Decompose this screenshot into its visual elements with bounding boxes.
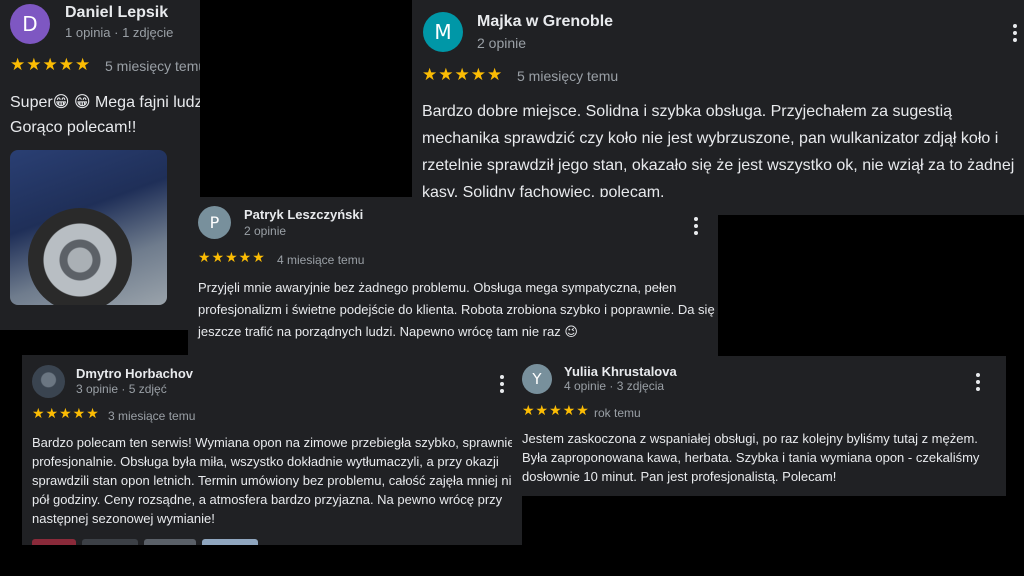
reviewer-meta: 2 opinie <box>244 224 287 238</box>
review-card-dmytro-horbachov: Dmytro Horbachov 3 opinie · 5 zdjęć ★★★★… <box>22 355 522 545</box>
reviewer-name[interactable]: Patryk Leszczyński <box>244 207 363 222</box>
avatar[interactable]: P <box>198 206 231 239</box>
review-photo-car-wheel[interactable] <box>10 150 167 305</box>
review-date: 3 miesiące temu <box>108 409 196 423</box>
review-text: Jestem zaskoczona z wspaniałej obsługi, … <box>522 431 980 484</box>
more-vert-icon[interactable] <box>692 215 700 237</box>
review-photos-strip[interactable] <box>32 539 292 545</box>
review-card-daniel-lepsik: D Daniel Lepsik 1 opinia · 1 zdjęcie ★★★… <box>0 0 200 330</box>
avatar[interactable]: D <box>10 4 50 44</box>
review-photo[interactable] <box>202 539 258 545</box>
review-card-majka-w-grenoble: M Majka w Grenoble 2 opinie ★★★★★ 5 mies… <box>412 0 1024 215</box>
more-vert-icon[interactable] <box>498 373 506 395</box>
reviewer-name[interactable]: Majka w Grenoble <box>477 13 613 31</box>
avatar[interactable]: M <box>423 12 463 52</box>
reviewer-name[interactable]: Yuliia Khrustalova <box>564 364 677 379</box>
more-vert-icon[interactable] <box>974 371 982 393</box>
reviewer-name[interactable]: Daniel Lepsik <box>65 4 168 22</box>
reviewer-meta: 3 opinie · 5 zdjęć <box>76 382 167 396</box>
star-rating: ★★★★★ <box>422 65 504 85</box>
star-rating: ★★★★★ <box>522 403 590 419</box>
review-date: rok temu <box>594 406 641 420</box>
review-photo[interactable] <box>32 539 76 545</box>
review-text: Super😁 😁 Mega fajni ludzie, bardzo pomoc… <box>10 94 200 136</box>
review-card-yuliia-khrustalova: Y Yuliia Khrustalova 4 opinie · 3 zdjęci… <box>512 356 1006 496</box>
review-text: Bardzo dobre miejsce. Solidna i szybka o… <box>422 103 1015 201</box>
review-text: Przyjęli mnie awaryjnie bez żadnego prob… <box>198 280 715 339</box>
review-photo[interactable] <box>144 539 196 545</box>
review-text: Bardzo polecam ten serwis! Wymiana opon … <box>32 435 522 526</box>
review-date: 4 miesiące temu <box>277 253 365 267</box>
review-photo[interactable] <box>82 539 138 545</box>
star-rating: ★★★★★ <box>10 55 92 75</box>
more-vert-icon[interactable] <box>1011 22 1019 44</box>
review-date: 5 miesięcy temu <box>105 58 200 74</box>
reviewer-meta: 2 opinie <box>477 35 527 51</box>
reviewer-meta: 1 opinia · 1 zdjęcie <box>65 25 174 40</box>
avatar[interactable]: Y <box>522 364 552 394</box>
review-card-patryk-leszczynski: P Patryk Leszczyński 2 opinie ★★★★★ 4 mi… <box>188 197 718 365</box>
avatar[interactable] <box>32 365 65 398</box>
wheel-image <box>28 208 132 305</box>
reviewer-meta: 4 opinie · 3 zdjęcia <box>564 379 665 393</box>
star-rating: ★★★★★ <box>32 406 100 422</box>
star-rating: ★★★★★ <box>198 250 266 266</box>
reviewer-name[interactable]: Dmytro Horbachov <box>76 366 193 381</box>
review-date: 5 miesięcy temu <box>517 68 619 84</box>
